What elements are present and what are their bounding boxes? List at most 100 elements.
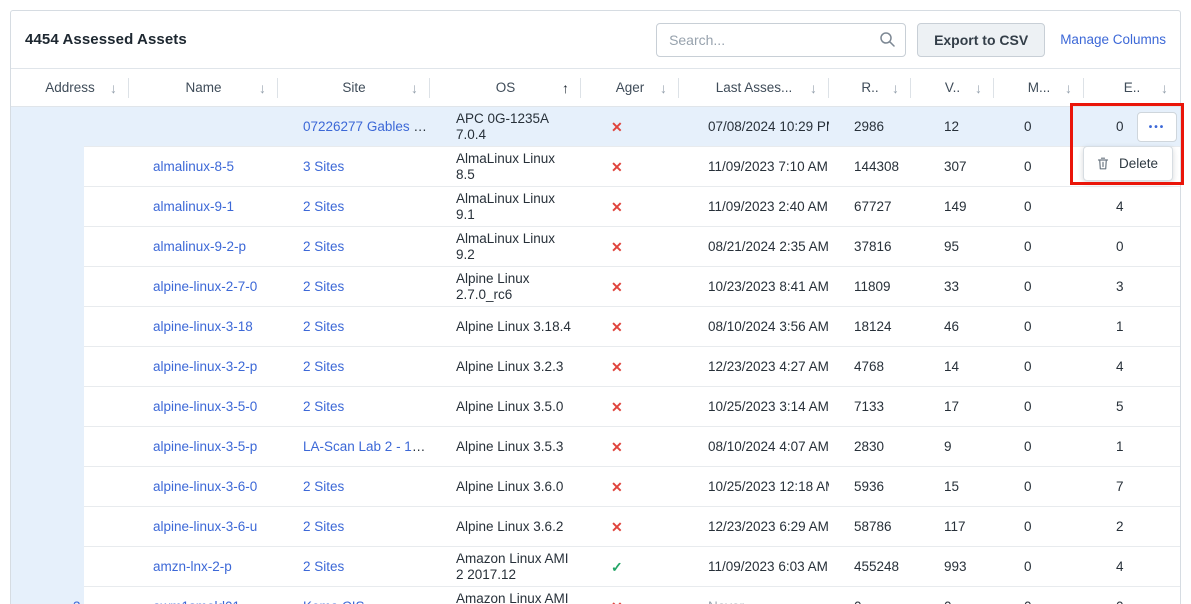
site-link[interactable]: 2 Sites (303, 559, 344, 574)
cell-os: Alpine Linux 3.6.2 (430, 519, 581, 535)
cell-agent: ✕ (581, 439, 679, 456)
site-link[interactable]: 2 Sites (303, 199, 344, 214)
site-link[interactable]: 2 Sites (303, 479, 344, 494)
sort-down-icon[interactable]: ↓ (411, 80, 418, 96)
column-header-last-asses[interactable]: Last Asses...↓ (679, 69, 829, 106)
column-label: Name (185, 80, 221, 95)
name-link[interactable]: almalinux-8-5 (153, 159, 234, 174)
sort-up-icon[interactable]: ↑ (562, 80, 569, 96)
agent-x-icon: ✕ (611, 599, 623, 604)
name-link[interactable]: alpine-linux-3-6-u (153, 519, 257, 534)
cell-r: 5936 (829, 479, 911, 495)
cell-last: Never (679, 599, 829, 604)
table-row[interactable]: almalinux-9-2-p2 SitesAlmaLinux Linux 9.… (11, 227, 1180, 267)
export-csv-button[interactable]: Export to CSV (917, 23, 1045, 57)
column-header-name[interactable]: Name ↓ (129, 69, 278, 106)
name-link[interactable]: almalinux-9-2-p (153, 239, 246, 254)
panel-titlebar: 4454 Assessed Assets Export to CSV Manag… (11, 11, 1180, 69)
cell-e: 3 (1084, 279, 1180, 295)
name-link[interactable]: alpine-linux-3-5-p (153, 439, 257, 454)
table-row[interactable]: amzn-lnx-2-p 2 Sites Amazon Linux AMI 2 20… (11, 547, 1180, 587)
cell-m: 0 (994, 319, 1084, 335)
name-link[interactable]: alpine-linux-3-6-0 (153, 479, 257, 494)
table-row[interactable]: alpine-linux-3-5-02 SitesAlpine Linux 3.… (11, 387, 1180, 427)
site-link[interactable]: 2 Sites (303, 319, 344, 334)
site-link[interactable]: LA-Scan Lab 2 - 10.4.... (303, 439, 430, 454)
search-input[interactable] (656, 23, 906, 57)
cell-name: amzn-lnx-2-p (129, 559, 278, 575)
column-header-v[interactable]: V.. ↓ (911, 69, 994, 106)
name-link[interactable]: amzn-lnx-2-p (153, 559, 232, 574)
column-header-os[interactable]: OS↑ (430, 69, 581, 106)
address-link[interactable]: 3 (73, 599, 81, 604)
sort-down-icon[interactable]: ↓ (110, 80, 117, 96)
cell-last: 07/08/2024 10:29 PM (679, 119, 829, 135)
name-link[interactable]: alpine-linux-3-18 (153, 319, 253, 334)
sort-down-icon[interactable]: ↓ (660, 80, 667, 96)
cell-e: 4 (1084, 199, 1180, 215)
column-label: V.. (945, 80, 960, 95)
site-link[interactable]: Kema CIS (303, 599, 365, 604)
name-link[interactable]: almalinux-9-1 (153, 199, 234, 214)
site-link[interactable]: 2 Sites (303, 519, 344, 534)
cell-site: LA-Scan Lab 2 - 10.4.... (278, 439, 430, 455)
cell-r: 58786 (829, 519, 911, 535)
table-row[interactable]: alpine-linux-3-2-p 2 Sites Alpine Linux 3.… (11, 347, 1180, 387)
column-header-address[interactable]: Address↓ (11, 69, 129, 106)
cell-e: 7 (1084, 479, 1180, 495)
cell-agent: ✕ (581, 599, 679, 604)
table-row[interactable]: alpine-linux-3-5-p LA-Scan Lab 2 - 10.4..… (11, 427, 1180, 467)
cell-name: alpine-linux-3-6-0 (129, 479, 278, 495)
name-link[interactable]: alpine-linux-3-2-p (153, 359, 257, 374)
column-header-site[interactable]: Site↓ (278, 69, 430, 106)
cell-name: awm1smold01 (129, 599, 278, 604)
sort-down-icon[interactable]: ↓ (1161, 80, 1168, 96)
site-link[interactable]: 2 Sites (303, 239, 344, 254)
cell-r: 7133 (829, 399, 911, 415)
sort-down-icon[interactable]: ↓ (810, 80, 817, 96)
table-row[interactable]: alpine-linux-2-7-02 SitesAlpine Linux 2.… (11, 267, 1180, 307)
agent-x-icon: ✕ (611, 479, 623, 495)
cell-site: 2 Sites (278, 359, 430, 375)
search-box (656, 23, 906, 57)
agent-x-icon: ✕ (611, 239, 623, 255)
cell-agent: ✕ (581, 279, 679, 296)
column-header-ager[interactable]: Ager↓ (581, 69, 679, 106)
name-link[interactable]: alpine-linux-3-5-0 (153, 399, 257, 414)
sort-down-icon[interactable]: ↓ (1065, 80, 1072, 96)
sort-down-icon[interactable]: ↓ (892, 80, 899, 96)
table-row[interactable]: 07226277 Gables KM...APC 0G-1235A 7.0.4✕… (11, 107, 1180, 147)
site-link[interactable]: 3 Sites (303, 159, 344, 174)
site-link[interactable]: 2 Sites (303, 399, 344, 414)
cell-site: 2 Sites (278, 239, 430, 255)
table-row[interactable]: 3awm1smold01Kema CISAmazon Linux AMI 2✕N… (11, 587, 1180, 604)
agent-x-icon: ✕ (611, 319, 623, 335)
cell-os: AlmaLinux Linux 8.5 (430, 151, 581, 183)
cell-m: 0 (994, 599, 1084, 604)
cell-os: Alpine Linux 3.2.3 (430, 359, 581, 375)
manage-columns-link[interactable]: Manage Columns (1060, 32, 1166, 47)
table-row[interactable]: almalinux-9-12 SitesAlmaLinux Linux 9.1✕… (11, 187, 1180, 227)
table-row[interactable]: alpine-linux-3-182 SitesAlpine Linux 3.1… (11, 307, 1180, 347)
column-header-m[interactable]: M...↓ (994, 69, 1084, 106)
table-row[interactable]: almalinux-8-53 SitesAlmaLinux Linux 8.5✕… (11, 147, 1180, 187)
cell-r: 4768 (829, 359, 911, 375)
sort-down-icon[interactable]: ↓ (259, 80, 266, 96)
column-header-e[interactable]: E..↓ (1084, 69, 1180, 106)
site-link[interactable]: 07226277 Gables KM... (303, 119, 430, 134)
column-header-r[interactable]: R..↓ (829, 69, 911, 106)
cell-m: 0 (994, 199, 1084, 215)
sort-down-icon[interactable]: ↓ (975, 80, 982, 96)
table-row[interactable]: alpine-linux-3-6-u 2 Sites Alpine Linux 3.… (11, 507, 1180, 547)
name-link[interactable]: alpine-linux-2-7-0 (153, 279, 257, 294)
table-row[interactable]: alpine-linux-3-6-02 SitesAlpine Linux 3.… (11, 467, 1180, 507)
cell-agent: ✕ (581, 319, 679, 336)
row-actions-button[interactable]: ••• (1137, 112, 1177, 142)
cell-v: 9 (911, 439, 994, 455)
cell-os: Amazon Linux AMI 2 2017.12 (430, 551, 581, 583)
site-link[interactable]: 2 Sites (303, 359, 344, 374)
site-link[interactable]: 2 Sites (303, 279, 344, 294)
name-link[interactable]: awm1smold01 (153, 599, 240, 604)
delete-menu-item[interactable]: Delete (1119, 156, 1158, 171)
cell-v: 993 (911, 559, 994, 575)
